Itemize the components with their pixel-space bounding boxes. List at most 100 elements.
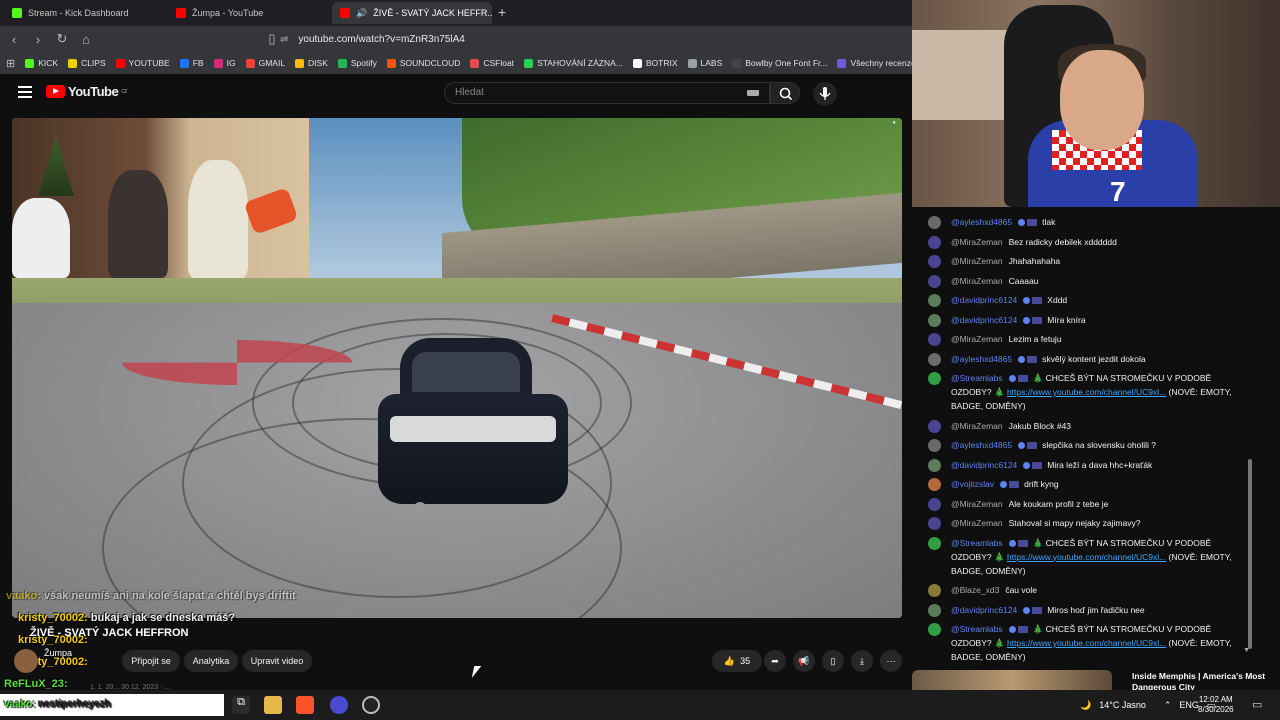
voice-search-button[interactable] xyxy=(813,82,837,106)
tab-live-stream[interactable]: 🔊 ŽIVĚ - SVATÝ JACK HEFFR... ✕ xyxy=(332,2,492,24)
bookmark-item[interactable]: STAHOVÁNÍ ZÁZNA... xyxy=(524,58,623,68)
bookmark-item[interactable]: Všechny recenze xyxy=(837,58,912,68)
bookmark-item[interactable]: CLIPS xyxy=(68,58,106,68)
clock[interactable]: 12:02 AM 8/30/2026 xyxy=(1198,695,1234,715)
more-actions-button[interactable]: ⋯ xyxy=(880,650,902,672)
chat-author[interactable]: @MiraZeman xyxy=(951,334,1003,344)
chat-avatar[interactable] xyxy=(928,216,941,229)
chat-avatar[interactable] xyxy=(928,255,941,268)
forward-arrow-icon[interactable]: › xyxy=(28,29,48,49)
like-button[interactable]: 👍 35 xyxy=(712,650,762,672)
channel-name[interactable]: Žumpa xyxy=(44,648,72,658)
chat-link[interactable]: https://www.youtube.com/channel/UC9xl... xyxy=(1007,638,1166,648)
chat-avatar[interactable] xyxy=(928,333,941,346)
channel-avatar[interactable] xyxy=(14,649,38,673)
chat-author[interactable]: @MiraZeman xyxy=(951,256,1003,266)
chat-avatar[interactable] xyxy=(928,235,941,249)
chat-author[interactable]: @MiraZeman xyxy=(951,518,1003,528)
bookmark-item[interactable]: FB xyxy=(179,58,204,68)
bookmark-item[interactable]: BOTRIX xyxy=(632,58,678,68)
chat-avatar[interactable] xyxy=(928,419,941,433)
bookmark-icon[interactable]: ▯ xyxy=(262,29,282,49)
chat-author[interactable]: @davidprinc6124 xyxy=(951,315,1017,325)
keyboard-icon[interactable] xyxy=(747,90,759,96)
chat-author[interactable]: @Streamlabs xyxy=(951,373,1003,383)
analytics-button[interactable]: Analytika xyxy=(184,650,238,672)
bookmark-item[interactable]: GMAIL xyxy=(245,58,285,68)
new-tab-button[interactable]: + xyxy=(498,4,506,20)
tab-kick-dashboard[interactable]: Stream - Kick Dashboard xyxy=(4,2,164,24)
chat-avatar[interactable] xyxy=(928,439,941,452)
chat-avatar[interactable] xyxy=(928,352,941,366)
bookmark-item[interactable]: LABS xyxy=(687,58,722,68)
chat-avatar[interactable] xyxy=(928,623,941,636)
site-info-icon[interactable]: ⇌ xyxy=(280,34,288,45)
chat-author[interactable]: @Streamlabs xyxy=(951,538,1003,548)
promote-button[interactable]: 📢 xyxy=(793,650,815,672)
chat-scrollbar[interactable] xyxy=(1248,459,1252,649)
chat-author[interactable]: @Blaze_xd3 xyxy=(951,585,999,595)
chat-avatar[interactable] xyxy=(928,536,941,550)
chat-avatar[interactable] xyxy=(928,313,941,327)
task-view-icon[interactable]: ⧉ xyxy=(232,696,250,714)
bookmark-item[interactable]: Spotify xyxy=(337,58,377,68)
edit-video-button[interactable]: Upravit video xyxy=(242,650,312,672)
chat-avatar[interactable] xyxy=(928,294,941,307)
obs-icon[interactable] xyxy=(330,696,348,714)
language-indicator[interactable]: ENG xyxy=(1179,700,1199,710)
tab-zumpa-youtube[interactable]: Žumpa - YouTube xyxy=(168,2,328,24)
search-input[interactable]: Hledat xyxy=(444,82,770,104)
chat-author[interactable]: @ayleshxd4865 xyxy=(951,440,1012,450)
file-explorer-icon[interactable] xyxy=(264,696,282,714)
reload-icon[interactable]: ↻ xyxy=(52,29,72,49)
chat-avatar[interactable] xyxy=(928,517,941,530)
chat-avatar[interactable] xyxy=(928,458,941,472)
chat-author[interactable]: @ayleshxd4865 xyxy=(951,217,1012,227)
back-arrow-icon[interactable]: ‹ xyxy=(4,29,24,49)
chat-avatar[interactable] xyxy=(928,478,941,491)
bookmark-item[interactable]: KICK xyxy=(25,58,58,68)
join-button[interactable]: Připojit se xyxy=(122,650,180,672)
tray-chevron-icon[interactable]: ⌃ xyxy=(1164,700,1172,711)
chat-avatar[interactable] xyxy=(928,584,941,597)
chat-avatar[interactable] xyxy=(928,274,941,288)
chat-author[interactable]: @MiraZeman xyxy=(951,237,1003,247)
weather-icon[interactable]: 🌙 xyxy=(1080,700,1091,711)
home-icon[interactable]: ⌂ xyxy=(76,29,96,49)
menu-icon[interactable] xyxy=(18,86,32,98)
bookmark-item[interactable]: YOUTUBE xyxy=(115,58,170,68)
taskbar-search[interactable]: vaako: nestiperheyezh xyxy=(0,694,224,716)
speaker-icon[interactable]: 🔊 xyxy=(356,8,367,19)
video-player[interactable]: ● xyxy=(12,118,902,618)
save-button[interactable]: ▯ xyxy=(822,650,844,672)
chat-link[interactable]: https://www.youtube.com/channel/UC9xl... xyxy=(1007,552,1166,562)
notifications-icon[interactable]: ▭ xyxy=(1252,698,1262,711)
scroll-down-icon[interactable]: ▼ xyxy=(1243,647,1250,654)
chat-avatar[interactable] xyxy=(928,497,941,511)
chat-author[interactable]: @MiraZeman xyxy=(951,276,1003,286)
bookmark-item[interactable]: Bowlby One Font Fr... xyxy=(732,58,827,68)
weather-text[interactable]: 14°C Jasno xyxy=(1099,700,1146,710)
recommended-video[interactable]: Inside Memphis | America's Most Dangerou… xyxy=(912,667,1280,690)
address-bar[interactable]: ⇌ youtube.com/watch?v=mZnR3n75lA4 xyxy=(280,29,900,49)
bookmark-item[interactable]: IG xyxy=(213,58,236,68)
chat-link[interactable]: https://www.youtube.com/channel/UC9xl... xyxy=(1007,387,1166,397)
chat-avatar[interactable] xyxy=(928,372,941,385)
chat-author[interactable]: @davidprinc6124 xyxy=(951,295,1017,305)
youtube-logo[interactable]: YouTube CZ xyxy=(46,84,127,99)
chat-author[interactable]: @vojtizslav xyxy=(951,479,994,489)
search-button[interactable] xyxy=(770,82,800,104)
brave-browser-icon[interactable] xyxy=(296,696,314,714)
share-button[interactable]: ➦ xyxy=(764,650,786,672)
bookmark-item[interactable]: DISK xyxy=(295,58,328,68)
chat-author[interactable]: @MiraZeman xyxy=(951,499,1003,509)
recommended-title[interactable]: Inside Memphis | America's Most Dangerou… xyxy=(1132,671,1272,690)
bookmark-item[interactable]: SOUNDCLOUD xyxy=(386,58,460,68)
chat-author[interactable]: @Streamlabs xyxy=(951,624,1003,634)
chat-author[interactable]: @davidprinc6124 xyxy=(951,460,1017,470)
download-button[interactable]: ⤓ xyxy=(851,650,873,672)
chat-avatar[interactable] xyxy=(928,603,941,617)
bookmark-item[interactable]: CSFloat xyxy=(470,58,514,68)
chat-author[interactable]: @davidprinc6124 xyxy=(951,605,1017,615)
apps-grid-icon[interactable]: ⊞ xyxy=(6,57,15,70)
